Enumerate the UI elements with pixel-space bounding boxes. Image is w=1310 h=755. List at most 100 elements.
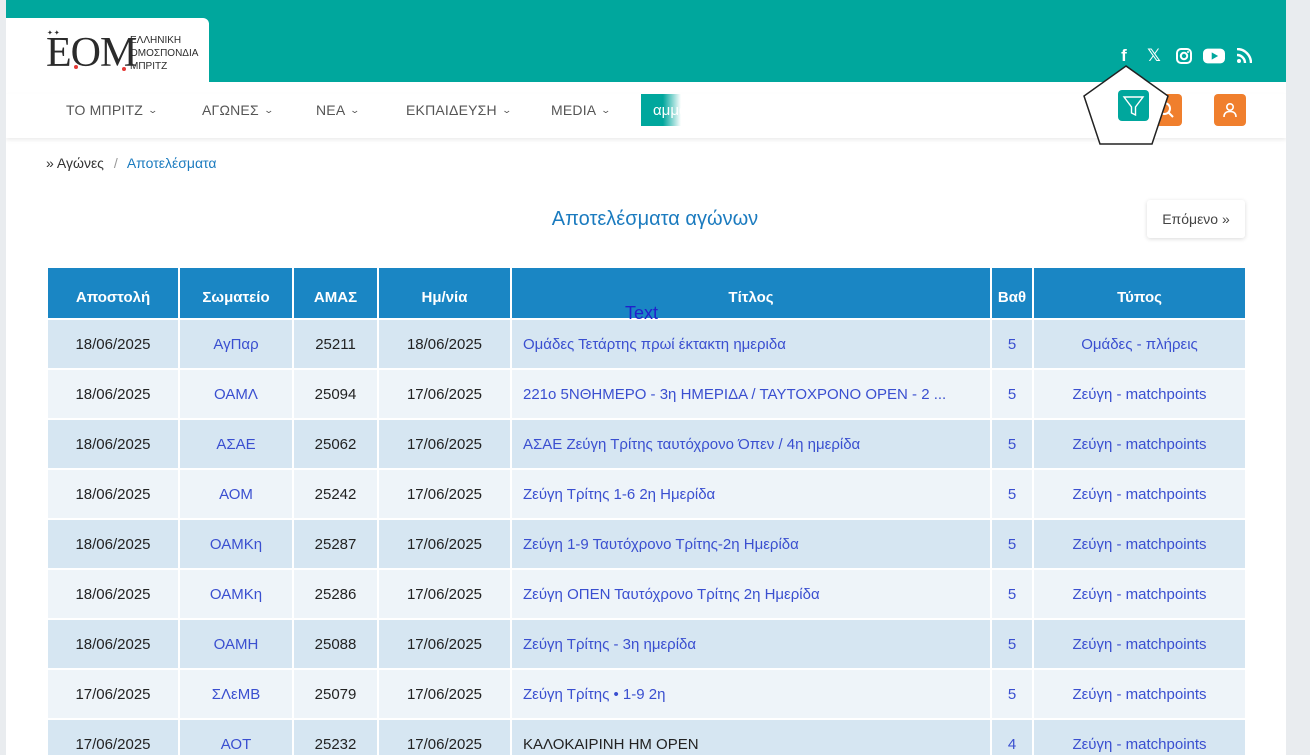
nav-item-label: ΑΓΩΝΕΣ	[202, 102, 259, 118]
breadcrumb-parent[interactable]: Αγώνες	[57, 155, 104, 171]
cell-type[interactable]: Ζεύγη - matchpoints	[1034, 570, 1245, 618]
logo-dot	[122, 67, 126, 71]
nav-search-partial[interactable]: αμμα	[641, 94, 681, 126]
cell-sent: 18/06/2025	[48, 570, 178, 618]
cell-title[interactable]: Ζεύγη Τρίτης - 3η ημερίδα	[512, 620, 990, 668]
chevron-down-icon: ⌄	[600, 104, 612, 115]
cell-sent: 18/06/2025	[48, 620, 178, 668]
cell-title[interactable]: ΑΣΑΕ Ζεύγη Τρίτης ταυτόχρονο Όπεν / 4η η…	[512, 420, 990, 468]
table-row: 18/06/2025 ΟΑΜΗ 25088 17/06/2025 Ζεύγη Τρίτη…	[48, 620, 1245, 668]
nav-item-media[interactable]: MEDIA ⌄	[551, 102, 612, 118]
cell-amas: 25211	[294, 320, 377, 368]
cell-sent: 18/06/2025	[48, 520, 178, 568]
user-icon	[1223, 102, 1237, 118]
cell-title: ΚΑΛΟΚΑΙΡΙΝΗ ΗΜ OPEN	[512, 720, 990, 755]
cell-date: 18/06/2025	[379, 320, 510, 368]
table-row: 17/06/2025 ΑΟΤ 25232 17/06/2025 ΚΑΛΟΚΑΙΡΙΝΗ …	[48, 720, 1245, 755]
cell-club[interactable]: ΣΛεΜΒ	[180, 670, 292, 718]
cell-club[interactable]: ΟΑΜΗ	[180, 620, 292, 668]
cell-title[interactable]: Ζεύγη Τρίτης • 1-9 2η	[512, 670, 990, 718]
header-type[interactable]: Τύπος	[1034, 268, 1245, 318]
search-partial-text: αμμα	[653, 102, 681, 119]
cell-title[interactable]: Ζεύγη Τρίτης 1-6 2η Ημερίδα	[512, 470, 990, 518]
cell-date: 17/06/2025	[379, 420, 510, 468]
nav-item-news[interactable]: ΝΕΑ ⌄	[316, 102, 360, 118]
cell-level[interactable]: 5	[992, 520, 1032, 568]
rss-icon[interactable]	[1233, 45, 1255, 67]
cell-amas: 25287	[294, 520, 377, 568]
cell-title[interactable]: Ζεύγη ΟΠΕΝ Ταυτόχρονο Τρίτης 2η Ημερίδα	[512, 570, 990, 618]
cell-amas: 25286	[294, 570, 377, 618]
breadcrumb-current[interactable]: Αποτελέσματα	[127, 155, 217, 171]
cell-type[interactable]: Ζεύγη - matchpoints	[1034, 720, 1245, 755]
cell-amas: 25094	[294, 370, 377, 418]
cell-amas: 25242	[294, 470, 377, 518]
header-title[interactable]: Τίτλος	[512, 268, 990, 318]
cell-amas: 25088	[294, 620, 377, 668]
cell-date: 17/06/2025	[379, 570, 510, 618]
logo[interactable]: ✦✦ EOM ΕΛΛΗΝΙΚΗ ΟΜΟΣΠΟΝΔΙΑ ΜΠΡΙΤΖ	[6, 18, 209, 82]
cell-title[interactable]: 221ο 5ΝΘΗΜΕΡΟ - 3η ΗΜΕΡΙΔΑ / ΤΑΥΤΟΧΡΟΝΟ …	[512, 370, 990, 418]
cell-club[interactable]: ΑγΠαρ	[180, 320, 292, 368]
table-row: 18/06/2025 ΑγΠαρ 25211 18/06/2025 Ομάδες Τετ…	[48, 320, 1245, 368]
cell-sent: 18/06/2025	[48, 420, 178, 468]
cell-type[interactable]: Ζεύγη - matchpoints	[1034, 520, 1245, 568]
nav-item-label: ΕΚΠΑΙΔΕΥΣΗ	[406, 102, 497, 118]
cell-level[interactable]: 4	[992, 720, 1032, 755]
header-sent[interactable]: Αποστολή	[48, 268, 178, 318]
cell-level[interactable]: 5	[992, 570, 1032, 618]
cell-level[interactable]: 5	[992, 320, 1032, 368]
nav-item-games[interactable]: ΑΓΩΝΕΣ ⌄	[202, 102, 274, 118]
user-button[interactable]	[1214, 94, 1246, 126]
header-level[interactable]: Βαθ	[992, 268, 1032, 318]
table-row: 18/06/2025 ΑΟΜ 25242 17/06/2025 Ζεύγη Τρίτης…	[48, 470, 1245, 518]
header-date[interactable]: Ημ/νία	[379, 268, 510, 318]
filter-button[interactable]	[1076, 58, 1176, 158]
cell-type[interactable]: Ομάδες - πλήρεις	[1034, 320, 1245, 368]
table-row: 18/06/2025 ΑΣΑΕ 25062 17/06/2025 ΑΣΑΕ Ζεύγη …	[48, 420, 1245, 468]
next-button[interactable]: Επόμενο »	[1147, 200, 1245, 238]
cell-title[interactable]: Ομάδες Τετάρτης πρωί έκτακτη ημεριδα	[512, 320, 990, 368]
youtube-icon[interactable]	[1203, 45, 1225, 67]
cell-club[interactable]: ΟΑΜΚη	[180, 570, 292, 618]
cell-level[interactable]: 5	[992, 670, 1032, 718]
cell-type[interactable]: Ζεύγη - matchpoints	[1034, 620, 1245, 668]
cell-type[interactable]: Ζεύγη - matchpoints	[1034, 670, 1245, 718]
cell-sent: 18/06/2025	[48, 470, 178, 518]
cell-title[interactable]: Ζεύγη 1-9 Ταυτόχρονο Τρίτης-2η Ημερίδα	[512, 520, 990, 568]
cell-sent: 17/06/2025	[48, 670, 178, 718]
cell-club[interactable]: ΑΟΤ	[180, 720, 292, 755]
breadcrumb: » Αγώνες / Αποτελέσματα	[46, 155, 216, 171]
cell-level[interactable]: 5	[992, 370, 1032, 418]
cell-level[interactable]: 5	[992, 620, 1032, 668]
header-amas[interactable]: ΑΜΑΣ	[294, 268, 377, 318]
table-row: 18/06/2025 ΟΑΜΛ 25094 17/06/2025 221ο 5ΝΘΗΜΕ…	[48, 370, 1245, 418]
text-overlay: Text	[625, 303, 659, 323]
cell-club[interactable]: ΟΑΜΚη	[180, 520, 292, 568]
instagram-icon[interactable]	[1173, 45, 1195, 67]
results-table: Αποστολή Σωματείο ΑΜΑΣ Ημ/νία Τίτλος Βαθ…	[46, 266, 1247, 755]
cell-level[interactable]: 5	[992, 470, 1032, 518]
header-club[interactable]: Σωματείο	[180, 268, 292, 318]
cell-date: 17/06/2025	[379, 720, 510, 755]
cell-date: 17/06/2025	[379, 520, 510, 568]
nav-item-label: ΝΕΑ	[316, 102, 346, 118]
cell-date: 17/06/2025	[379, 370, 510, 418]
cell-date: 17/06/2025	[379, 670, 510, 718]
cell-club[interactable]: ΟΑΜΛ	[180, 370, 292, 418]
cell-sent: 18/06/2025	[48, 320, 178, 368]
cell-club[interactable]: ΑΟΜ	[180, 470, 292, 518]
cell-type[interactable]: Ζεύγη - matchpoints	[1034, 420, 1245, 468]
breadcrumb-separator: /	[113, 155, 118, 171]
nav-item-bridge[interactable]: ΤΟ ΜΠΡΙΤΖ ⌄	[66, 102, 158, 118]
cell-club[interactable]: ΑΣΑΕ	[180, 420, 292, 468]
cell-type[interactable]: Ζεύγη - matchpoints	[1034, 470, 1245, 518]
nav-item-education[interactable]: ΕΚΠΑΙΔΕΥΣΗ ⌄	[406, 102, 512, 118]
logo-dot	[74, 65, 78, 69]
cell-type[interactable]: Ζεύγη - matchpoints	[1034, 370, 1245, 418]
cell-date: 17/06/2025	[379, 470, 510, 518]
cell-level[interactable]: 5	[992, 420, 1032, 468]
table-row: 18/06/2025 ΟΑΜΚη 25287 17/06/2025 Ζεύγη 1-9 …	[48, 520, 1245, 568]
nav-item-label: MEDIA	[551, 102, 597, 118]
table-row: 18/06/2025 ΟΑΜΚη 25286 17/06/2025 Ζεύγη ΟΠΕΝ…	[48, 570, 1245, 618]
